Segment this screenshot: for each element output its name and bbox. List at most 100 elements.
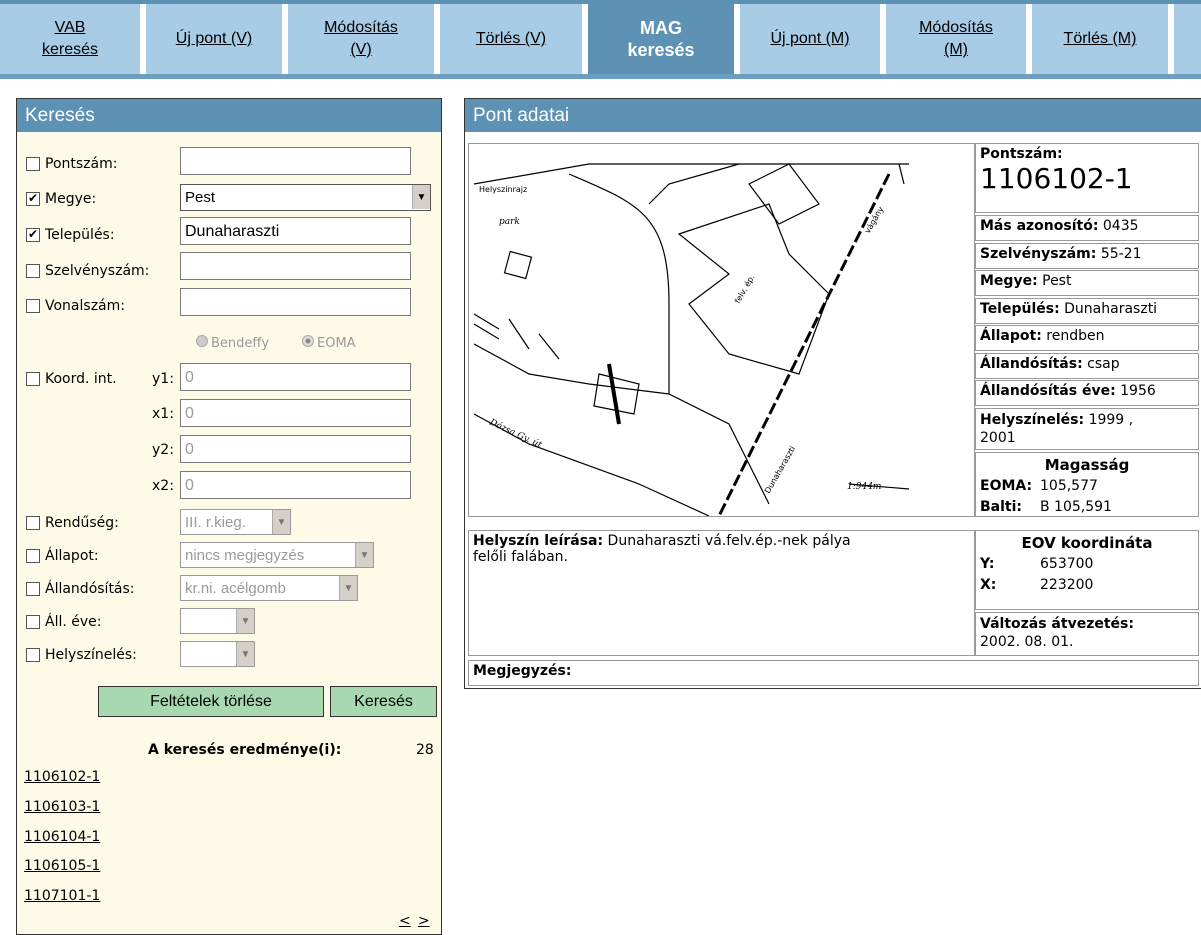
telepules-input[interactable]: Dunaharaszti bbox=[180, 217, 411, 245]
allapot-select[interactable]: nincs megjegyzés ▼ bbox=[180, 542, 374, 568]
helyszineles-filter: Helyszínelés: bbox=[26, 640, 137, 670]
chevron-down-icon: ▼ bbox=[236, 642, 254, 666]
allapot-value: nincs megjegyzés bbox=[185, 547, 305, 564]
pontszam-label: Pontszám: bbox=[980, 146, 1063, 162]
pontszam-value: 1106102-1 bbox=[980, 162, 1133, 195]
telepules-checkbox[interactable]: ✔ bbox=[26, 228, 40, 242]
y2-label: y2: bbox=[152, 442, 174, 458]
search-button[interactable]: Keresés bbox=[330, 686, 437, 717]
clear-filters-button[interactable]: Feltételek törlése bbox=[98, 686, 324, 717]
koord-label: Koord. int. bbox=[45, 371, 117, 387]
telepules-filter: ✔ Település: bbox=[26, 220, 115, 250]
megye-select[interactable]: Pest ▼ bbox=[180, 184, 431, 211]
szelvenyszam-checkbox[interactable] bbox=[26, 264, 40, 278]
result-link[interactable]: 1106102-1 bbox=[24, 769, 100, 785]
rendu-checkbox[interactable] bbox=[26, 516, 40, 530]
chevron-down-icon: ▼ bbox=[355, 543, 373, 567]
nav-more[interactable] bbox=[1174, 4, 1201, 74]
x1-label: x1: bbox=[152, 406, 174, 422]
telepules-detail-value: Dunaharaszti bbox=[1064, 301, 1158, 317]
nav-label: Módosítás bbox=[919, 19, 993, 36]
rendu-value: III. r.kieg. bbox=[185, 514, 246, 531]
radio-icon bbox=[196, 335, 208, 347]
result-link[interactable]: 1106105-1 bbox=[24, 858, 100, 874]
allapot-checkbox[interactable] bbox=[26, 549, 40, 563]
radio-eoma[interactable]: EOMA bbox=[302, 335, 356, 351]
nav-modify-m[interactable]: Módosítás (M) bbox=[886, 4, 1026, 74]
map-label: 1:944m bbox=[847, 482, 881, 492]
mas-label: Más azonosító: bbox=[980, 218, 1099, 234]
rendu-label: Rendűség: bbox=[45, 515, 119, 531]
eov-x-value: 223200 bbox=[1040, 577, 1094, 593]
megye-label: Megye: bbox=[45, 191, 97, 207]
allapot-detail-value: rendben bbox=[1046, 328, 1105, 344]
nav-label: Törlés (V) bbox=[475, 30, 547, 47]
mas-value: 0435 bbox=[1102, 218, 1139, 234]
magassag-cell: Magasság EOMA: 105,577 Balti: B 105,591 bbox=[975, 452, 1199, 517]
allandositas-filter: Állandósítás: bbox=[26, 574, 135, 604]
nav-modify-v[interactable]: Módosítás (V) bbox=[288, 4, 434, 74]
nav-new-point-v[interactable]: Új pont (V) bbox=[146, 4, 282, 74]
allev-select[interactable]: ▼ bbox=[180, 608, 255, 634]
telepules-label: Település: bbox=[45, 227, 115, 243]
pontszam-checkbox[interactable] bbox=[26, 157, 40, 171]
szelvenyszam-input[interactable] bbox=[180, 252, 411, 280]
eov-y-value: 653700 bbox=[1040, 556, 1094, 572]
y1-input[interactable]: 0 bbox=[180, 363, 411, 391]
pager-prev[interactable]: < bbox=[399, 913, 411, 929]
helyszineles-select[interactable]: ▼ bbox=[180, 641, 255, 667]
helyszin-detail-value: 2001 bbox=[980, 430, 1016, 446]
allev-checkbox[interactable] bbox=[26, 615, 40, 629]
nav-vab-search[interactable]: VAB keresés bbox=[0, 4, 140, 74]
allandositas-label: Állandósítás: bbox=[45, 581, 135, 597]
vonalszam-input[interactable] bbox=[180, 288, 411, 316]
rendu-select[interactable]: III. r.kieg. ▼ bbox=[180, 509, 291, 535]
megye-detail-label: Megye: bbox=[980, 273, 1038, 289]
nav-delete-m[interactable]: Törlés (M) bbox=[1032, 4, 1168, 74]
nav-mag-search[interactable]: MAG keresés bbox=[588, 4, 734, 74]
megjegyzes-label: Megjegyzés: bbox=[473, 663, 572, 679]
radio-bendeffy[interactable]: Bendeffy bbox=[196, 335, 269, 351]
koord-filter: Koord. int. bbox=[26, 364, 117, 394]
nav-delete-v[interactable]: Törlés (V) bbox=[440, 4, 582, 74]
allapot-cell: Állapot: rendben bbox=[975, 325, 1199, 351]
x1-input[interactable]: 0 bbox=[180, 399, 411, 427]
szelvenyszam-cell: Szelvényszám: 55-21 bbox=[975, 243, 1199, 269]
radio-label: Bendeffy bbox=[211, 336, 270, 351]
helyszineles-label: Helyszínelés: bbox=[45, 647, 137, 663]
pontszam-cell: Pontszám: 1106102-1 bbox=[975, 143, 1199, 213]
megye-value: Pest bbox=[185, 189, 216, 206]
pontszam-input[interactable] bbox=[180, 147, 411, 175]
chevron-down-icon: ▼ bbox=[412, 185, 430, 209]
nav-label: keresés bbox=[41, 41, 99, 58]
rendu-filter: Rendűség: bbox=[26, 508, 119, 538]
pager-next[interactable]: > bbox=[418, 913, 430, 929]
radio-selected-icon bbox=[302, 335, 314, 347]
telepules-detail-label: Település: bbox=[980, 301, 1060, 317]
helyszineles-checkbox[interactable] bbox=[26, 648, 40, 662]
nav-label: keresés bbox=[627, 40, 695, 60]
allandositas-detail-label: Állandósítás: bbox=[980, 356, 1083, 372]
nav-label: Új pont (V) bbox=[175, 30, 253, 47]
eov-cell: EOV koordináta Y: 653700 X: 223200 bbox=[975, 530, 1199, 610]
vonalszam-label: Vonalszám: bbox=[45, 298, 125, 314]
szelvenyszam-filter: Szelvényszám: bbox=[26, 256, 149, 286]
vonalszam-checkbox[interactable] bbox=[26, 299, 40, 313]
results-count: 28 bbox=[416, 742, 434, 758]
map-label: Dózsa Gy. út bbox=[487, 416, 544, 450]
location-map: Helyszínrajz park felv. ép. Dózsa Gy. út… bbox=[468, 143, 975, 517]
result-link[interactable]: 1107101-1 bbox=[24, 888, 100, 904]
nav-label: VAB bbox=[54, 19, 86, 36]
koord-checkbox[interactable] bbox=[26, 372, 40, 386]
eov-x-label: X: bbox=[980, 577, 997, 593]
allapot-detail-label: Állapot: bbox=[980, 328, 1042, 344]
helyszin-leiras-cell: Helyszín leírása: Dunaharaszti vá.felv.é… bbox=[468, 530, 975, 656]
megye-checkbox[interactable]: ✔ bbox=[26, 192, 40, 206]
x2-input[interactable]: 0 bbox=[180, 471, 411, 499]
result-link[interactable]: 1106104-1 bbox=[24, 829, 100, 845]
result-link[interactable]: 1106103-1 bbox=[24, 799, 100, 815]
nav-new-point-m[interactable]: Új pont (M) bbox=[740, 4, 880, 74]
y2-input[interactable]: 0 bbox=[180, 435, 411, 463]
allandositas-select[interactable]: kr.ni. acélgomb ▼ bbox=[180, 575, 358, 601]
allandositas-checkbox[interactable] bbox=[26, 582, 40, 596]
